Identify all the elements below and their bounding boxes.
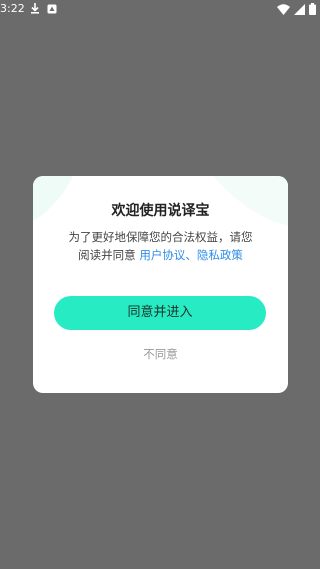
message-line-2: 阅读并同意 用户协议、隐私政策 <box>53 246 268 264</box>
user-agreement-link[interactable]: 用户协议 <box>139 248 185 262</box>
signal-icon <box>294 3 305 15</box>
notification-icon <box>47 4 57 13</box>
status-left-icons <box>30 3 57 14</box>
status-bar: 3:22 <box>0 0 320 18</box>
disagree-button[interactable]: 不同意 <box>33 346 288 362</box>
battery-icon <box>309 3 316 15</box>
privacy-dialog: 欢迎使用说译宝 为了更好地保障您的合法权益，请您 阅读并同意 用户协议、隐私政策… <box>33 176 288 393</box>
status-right-icons <box>277 3 316 15</box>
link-separator: 、 <box>185 248 197 262</box>
dialog-title: 欢迎使用说译宝 <box>111 203 210 219</box>
message-line-1: 为了更好地保障您的合法权益，请您 <box>68 230 253 244</box>
dialog-message: 为了更好地保障您的合法权益，请您 阅读并同意 用户协议、隐私政策 <box>53 228 268 264</box>
status-time: 3:22 <box>0 2 25 15</box>
message-line-2-prefix: 阅读并同意 <box>78 248 140 262</box>
privacy-policy-link[interactable]: 隐私政策 <box>197 248 243 262</box>
screen: 3:22 欢迎使用说译宝 为了更好地保障您的合法权益，请您 阅读并同意 用户协议… <box>0 0 320 569</box>
agree-and-enter-button[interactable]: 同意并进入 <box>54 296 266 330</box>
download-icon <box>31 3 39 14</box>
wifi-icon <box>277 3 290 15</box>
